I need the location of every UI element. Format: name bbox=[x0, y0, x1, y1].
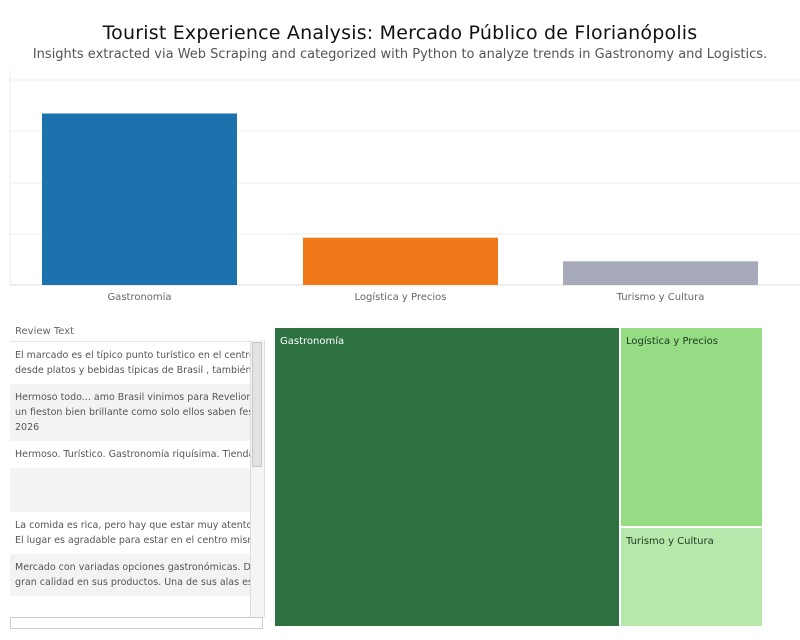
horizontal-scrollbar[interactable] bbox=[10, 617, 263, 629]
review-text-line: La comida es rica, pero hay que estar mu… bbox=[15, 520, 250, 531]
category-bar-chart: Gastronomía Logística y Precios Turismo y … bbox=[9, 70, 800, 303]
review-list: El marcado es el típico punto turístico … bbox=[10, 342, 250, 617]
x-tick-label: Gastronomía bbox=[107, 291, 171, 303]
review-row[interactable]: Hermoso. Turístico. Gastronomía riquísim… bbox=[10, 441, 250, 468]
dashboard-title: Tourist Experience Analysis: Mercado Púb… bbox=[102, 22, 698, 44]
review-text-line: Hermoso. Turístico. Gastronomía riquísim… bbox=[15, 449, 250, 460]
review-text-line: 2026 bbox=[15, 422, 40, 433]
review-row[interactable]: Hermoso todo... amo Brasil vinimos para … bbox=[10, 384, 250, 441]
review-table: Review Text El marcado es el típico punt… bbox=[10, 326, 265, 630]
review-text-header: Review Text bbox=[15, 326, 75, 337]
dashboard-subtitle: Insights extracted via Web Scraping and … bbox=[32, 47, 768, 62]
review-text-line: El lugar es agradable para estar en el c… bbox=[15, 535, 250, 546]
review-text-line: desde platos y bebidas típicas de Brasil… bbox=[15, 365, 250, 376]
review-text-line: Hermoso todo... amo Brasil vinimos para … bbox=[15, 392, 250, 403]
category-treemap: Gastronomía Logística y Precios Turismo y … bbox=[274, 327, 763, 627]
review-text-line: un fieston bien brillante como solo ello… bbox=[15, 407, 250, 418]
x-tick-label: Logística y Precios bbox=[355, 291, 447, 303]
bar-3[interactable] bbox=[563, 261, 758, 285]
review-text-line: El marcado es el típico punto turístico … bbox=[15, 350, 250, 361]
treemap-cell-2[interactable] bbox=[620, 327, 763, 527]
bar-2[interactable] bbox=[303, 237, 498, 285]
treemap-label: Logística y Precios bbox=[626, 335, 718, 347]
review-row[interactable]: La comida es rica, pero hay que estar mu… bbox=[10, 512, 250, 554]
x-tick-label: Turismo y Cultura bbox=[616, 292, 705, 303]
treemap-cell-1[interactable] bbox=[274, 327, 620, 627]
vertical-scrollbar[interactable] bbox=[250, 340, 265, 617]
treemap-label: Gastronomía bbox=[280, 335, 344, 347]
bar-1[interactable] bbox=[42, 113, 237, 285]
review-text-line: gran calidad en sus productos. Una de su… bbox=[15, 577, 250, 588]
scrollbar-thumb[interactable] bbox=[252, 342, 262, 467]
review-text-line: Mercado con variadas opciones gastronómi… bbox=[15, 562, 250, 573]
review-row[interactable] bbox=[10, 468, 250, 512]
review-row[interactable]: Mercado con variadas opciones gastronómi… bbox=[10, 554, 250, 596]
review-row[interactable]: El marcado es el típico punto turístico … bbox=[10, 342, 250, 384]
treemap-label: Turismo y Cultura bbox=[625, 536, 714, 547]
